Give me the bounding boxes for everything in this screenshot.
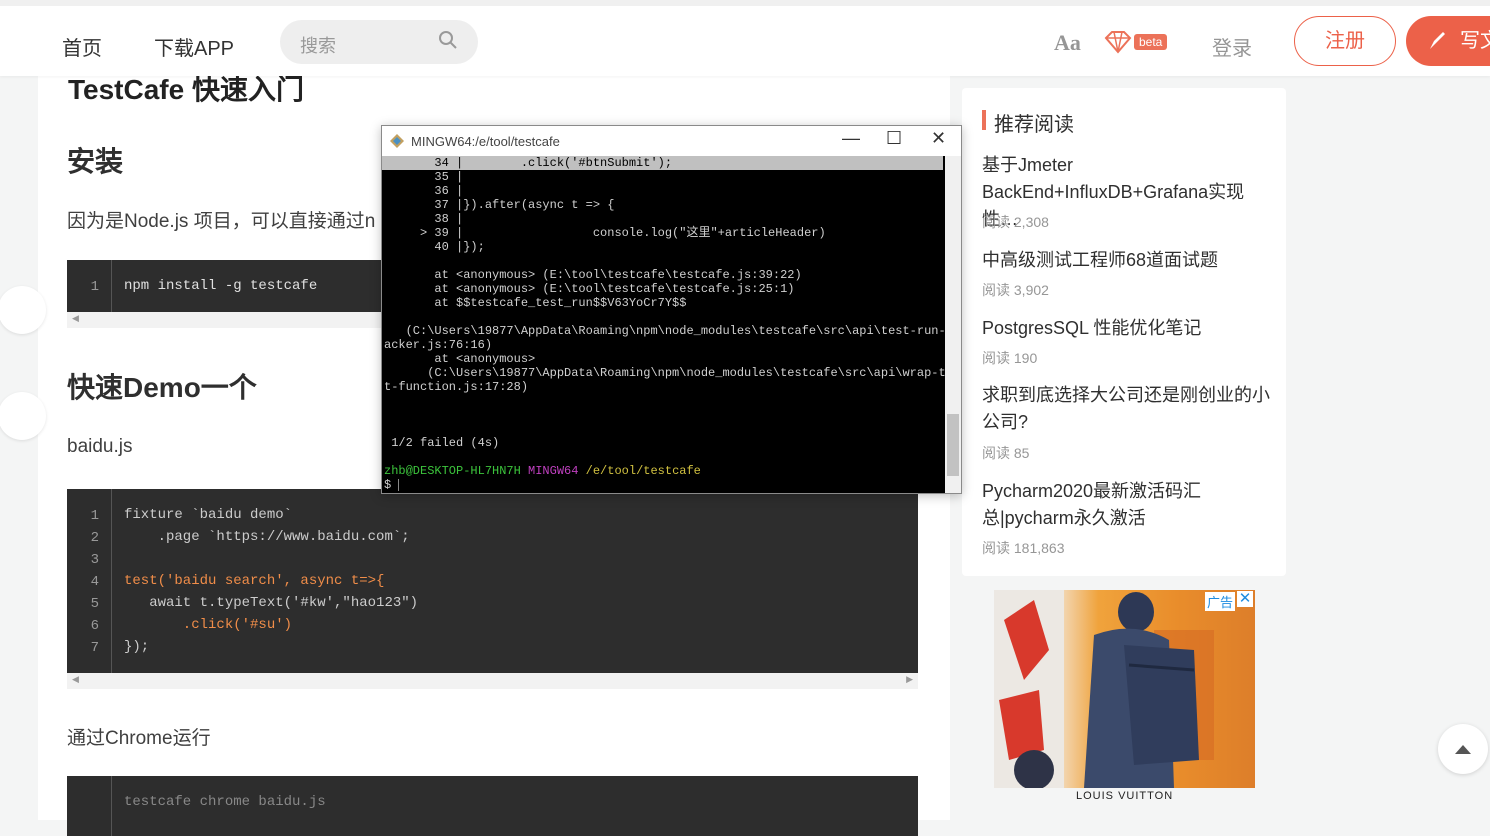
terminal-line: > 39 | console.log("这里"+articleHeader) <box>384 226 826 240</box>
terminal-title: MINGW64:/e/tool/testcafe <box>411 134 560 149</box>
line-number: 6 <box>90 618 99 634</box>
nav-download-app-link[interactable]: 下载APP <box>154 32 234 61</box>
reward-button[interactable] <box>0 392 46 440</box>
back-to-top-button[interactable] <box>1438 724 1488 774</box>
terminal-scroll-thumb[interactable] <box>947 414 959 476</box>
recommended-item[interactable]: 求职到底选择大公司还是刚创业的小公司? <box>982 382 1272 436</box>
terminal-input-line[interactable]: $ <box>384 478 400 492</box>
terminal-output[interactable]: 34 | .click('#btnSubmit'); 35 | 36 | 37 … <box>382 156 945 493</box>
beta-badge: beta <box>1134 34 1168 50</box>
code-block-demo: 1 2 3 4 5 6 7 fixture `baidu demo` .page… <box>67 489 918 673</box>
recommended-item[interactable]: Pycharm2020最新激活码汇总|pycharm永久激活 <box>982 478 1212 532</box>
prompt-user: zhb@DESKTOP-HL7HN7H <box>384 464 521 478</box>
code-line: testcafe chrome baidu.js <box>124 794 326 810</box>
text-cursor <box>398 478 400 491</box>
terminal-line: 35 | <box>384 170 464 184</box>
line-number: 7 <box>90 640 99 656</box>
terminal-window[interactable]: MINGW64:/e/tool/testcafe — ☐ ✕ 34 | .cli… <box>381 125 962 494</box>
code-line: }); <box>124 639 150 655</box>
top-navbar: 首页 下载APP 搜索 Aa beta 登录 注册 写文 <box>0 0 1490 76</box>
read-count: 阅读 2,308 <box>982 214 1049 230</box>
code-line: .page `https://www.baidu.com`; <box>124 529 410 545</box>
line-gutter <box>67 776 112 836</box>
advertisement-banner[interactable]: 广告 ✕ <box>994 590 1255 788</box>
terminal-scrollbar[interactable] <box>945 156 961 493</box>
code-line: await t.typeText('#kw',"hao123") <box>124 595 419 611</box>
line-number: 2 <box>90 530 99 546</box>
line-number: 3 <box>90 552 99 568</box>
diamond-icon[interactable] <box>1104 30 1132 54</box>
scroll-left-icon[interactable]: ◀ <box>72 313 79 324</box>
paragraph-chrome: 通过Chrome运行 <box>67 728 211 749</box>
heading-install: 安装 <box>67 146 124 177</box>
code-line: .click('#su') <box>124 617 293 633</box>
terminal-line: acker.js:76:16) <box>384 338 493 352</box>
close-button[interactable]: ✕ <box>931 128 946 149</box>
search-input[interactable]: 搜索 <box>280 20 478 64</box>
scroll-left-icon[interactable]: ◀ <box>72 674 79 685</box>
code-line: fixture `baidu demo` <box>124 507 293 523</box>
terminal-line: 36 | <box>384 184 464 198</box>
terminal-titlebar[interactable]: MINGW64:/e/tool/testcafe — ☐ ✕ <box>382 126 961 156</box>
terminal-line: t-function.js:17:28) <box>384 380 529 394</box>
terminal-line: 34 | .click('#btnSubmit'); <box>384 156 673 170</box>
terminal-line: at $$testcafe_test_run$$V63YoCr7Y$$ <box>384 296 687 310</box>
caret-up-icon <box>1455 745 1471 754</box>
ad-image <box>994 590 1214 788</box>
nav-home-link[interactable]: 首页 <box>62 32 102 61</box>
recommended-item[interactable]: PostgresSQL 性能优化笔记 <box>982 315 1272 342</box>
pen-icon <box>1430 32 1445 49</box>
heading-demo: 快速Demo一个 <box>67 372 257 403</box>
recommended-item[interactable]: 中高级测试工程师68道面试题 <box>982 247 1272 274</box>
like-button[interactable] <box>0 286 46 334</box>
read-count: 阅读 181,863 <box>982 540 1065 556</box>
register-button[interactable]: 注册 <box>1294 16 1396 66</box>
paragraph-install: 因为是Node.js 项目，可以直接通过n <box>67 211 376 232</box>
minimize-button[interactable]: — <box>842 128 860 149</box>
code-line: npm install -g testcafe <box>124 278 318 294</box>
line-number: 1 <box>90 279 99 295</box>
write-article-button[interactable]: 写文 <box>1406 16 1490 66</box>
terminal-line: 40 |}); <box>384 240 485 254</box>
sidebar-title: 推荐阅读 <box>982 108 1074 137</box>
prompt-path: /e/tool/testcafe <box>585 464 701 478</box>
search-placeholder: 搜索 <box>300 36 336 56</box>
terminal-line: (C:\Users\19877\AppData\Roaming\npm\node… <box>384 366 945 380</box>
line-number: 4 <box>90 574 99 590</box>
code-block-chrome: testcafe chrome baidu.js <box>67 776 918 836</box>
terminal-line: at <anonymous> <box>384 352 536 366</box>
maximize-button[interactable]: ☐ <box>886 128 902 149</box>
read-count: 阅读 190 <box>982 350 1038 366</box>
login-link[interactable]: 登录 <box>1212 32 1252 61</box>
line-number: 1 <box>90 508 99 524</box>
terminal-line: at <anonymous> (E:\tool\testcafe\testcaf… <box>384 282 795 296</box>
prompt-symbol: $ <box>384 478 392 492</box>
line-number: 5 <box>90 596 99 612</box>
write-label: 写文 <box>1460 30 1490 52</box>
recommended-reading-panel: 推荐阅读 基于Jmeter BackEnd+InfluxDB+Grafana实现… <box>962 88 1286 576</box>
font-size-icon[interactable]: Aa <box>1054 30 1081 56</box>
terminal-line: at <anonymous> (E:\tool\testcafe\testcaf… <box>384 268 802 282</box>
code-scrollbar[interactable]: ◀ ▶ <box>67 673 918 689</box>
ad-label: 广告 <box>1204 592 1235 611</box>
search-icon[interactable] <box>438 30 458 50</box>
code-line: test('baidu search', async t=>{ <box>124 573 385 589</box>
terminal-line: 38 | <box>384 212 464 226</box>
read-count: 阅读 3,902 <box>982 282 1049 298</box>
paragraph-filename: baidu.js <box>67 436 133 457</box>
terminal-prompt: zhb@DESKTOP-HL7HN7H MINGW64 /e/tool/test… <box>384 464 701 478</box>
terminal-line: 1/2 failed (4s) <box>384 436 500 450</box>
ad-caption: LOUIS VUITTON <box>1076 790 1174 802</box>
terminal-line: 37 |}).after(async t => { <box>384 198 615 212</box>
ad-close-icon[interactable]: ✕ <box>1237 591 1253 607</box>
mingw-icon <box>390 134 404 148</box>
terminal-line: (C:\Users\19877\AppData\Roaming\npm\node… <box>384 324 945 338</box>
scroll-right-icon[interactable]: ▶ <box>906 674 913 685</box>
read-count: 阅读 85 <box>982 445 1030 461</box>
prompt-env: MINGW64 <box>528 464 579 478</box>
